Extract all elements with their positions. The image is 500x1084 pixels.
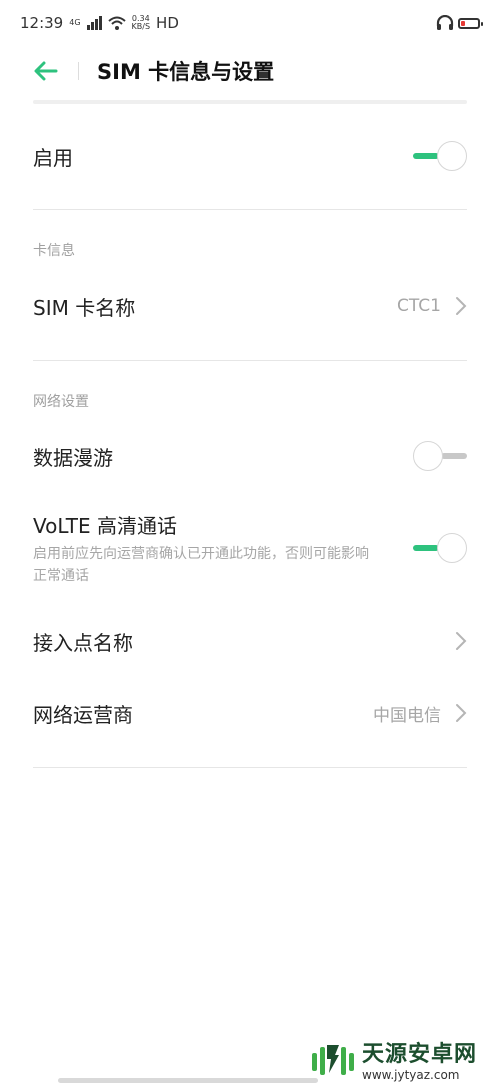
carrier-label: 网络运营商: [33, 702, 133, 727]
navigation-handle[interactable]: [58, 1078, 318, 1083]
divider: [33, 209, 467, 210]
enable-toggle[interactable]: [413, 140, 467, 172]
watermark: 天源安卓网 www.jytyaz.com: [310, 1036, 477, 1082]
status-time: 12:39: [20, 14, 64, 32]
volte-label: VoLTE 高清通话: [33, 513, 177, 538]
volte-row[interactable]: VoLTE 高清通话 启用前应先向运营商确认已开通此功能，否则可能影响正常通话: [33, 508, 467, 588]
volte-text: VoLTE 高清通话 启用前应先向运营商确认已开通此功能，否则可能影响正常通话: [33, 510, 373, 587]
chevron-right-icon: [456, 704, 467, 722]
network-speed: 0.34 KB/S: [132, 15, 151, 31]
signal-icon: [86, 16, 102, 30]
watermark-url: www.jytyaz.com: [362, 1068, 460, 1082]
apn-label: 接入点名称: [33, 630, 133, 655]
sim-name-label: SIM 卡名称: [33, 295, 136, 320]
chevron-right-icon: [456, 297, 467, 315]
back-button[interactable]: [22, 47, 70, 95]
volte-description: 启用前应先向运营商确认已开通此功能，否则可能影响正常通话: [33, 545, 369, 584]
divider: [33, 767, 467, 768]
status-bar: 12:39 4G 0.34 KB/S HD: [0, 0, 500, 46]
carrier-value: 中国电信: [373, 705, 441, 726]
roaming-toggle[interactable]: [413, 440, 467, 472]
chevron-right-icon: [456, 632, 467, 650]
roaming-label: 数据漫游: [33, 445, 113, 470]
android-logo-icon: [312, 1045, 354, 1075]
network-type: 4G: [69, 19, 80, 27]
network-speed-unit: KB/S: [131, 22, 151, 31]
back-arrow-icon: [34, 61, 58, 81]
hd-badge: HD: [156, 14, 179, 32]
apn-row[interactable]: 接入点名称: [33, 619, 467, 663]
watermark-name: 天源安卓网: [362, 1042, 478, 1067]
network-type-label: 4G: [69, 18, 81, 27]
enable-label: 启用: [33, 145, 73, 170]
sim-name-value: CTC1: [397, 296, 441, 316]
enable-row[interactable]: 启用: [33, 134, 467, 178]
battery-icon: [458, 17, 483, 29]
section-network: 网络设置: [33, 394, 89, 410]
wifi-icon: [107, 16, 126, 30]
volte-toggle[interactable]: [413, 532, 467, 564]
section-card-info: 卡信息: [33, 243, 75, 259]
header-shadow-divider: [33, 100, 467, 104]
roaming-row[interactable]: 数据漫游: [33, 434, 467, 478]
header-divider: [78, 62, 79, 80]
sim-name-row[interactable]: SIM 卡名称 CTC1: [33, 284, 467, 328]
page-title: SIM 卡信息与设置: [97, 60, 275, 84]
divider: [33, 360, 467, 361]
headphones-icon: [436, 15, 454, 30]
app-header: SIM 卡信息与设置: [0, 46, 500, 96]
carrier-row[interactable]: 网络运营商 中国电信: [33, 691, 467, 735]
